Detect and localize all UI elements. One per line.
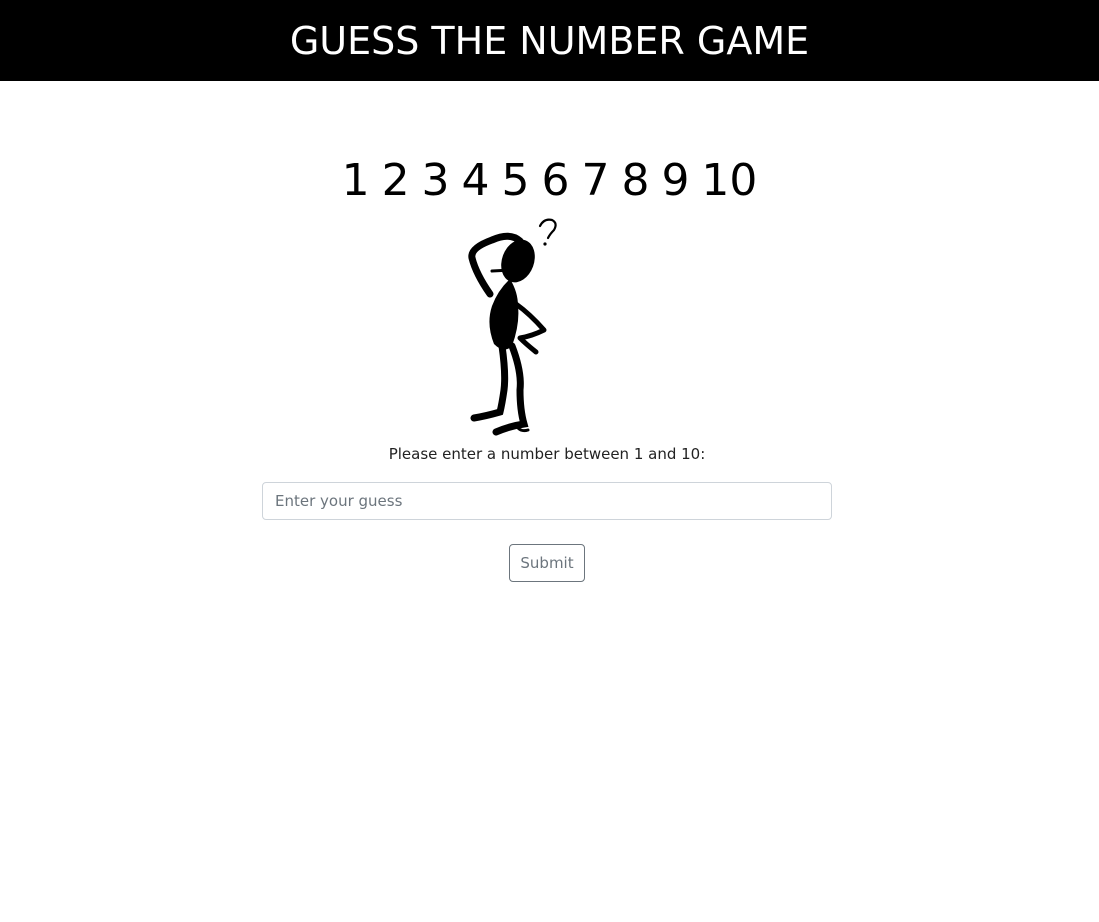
page-title: GUESS THE NUMBER GAME [289,18,810,63]
numbers-banner: 1 2 3 4 5 6 7 8 9 10 [341,155,758,206]
guess-input[interactable] [262,482,832,520]
guess-prompt: Please enter a number between 1 and 10: [388,445,706,463]
page-header: GUESS THE NUMBER GAME [0,0,1099,81]
thinking-stick-figure-icon [462,214,562,440]
submit-button[interactable]: Submit [509,544,585,582]
